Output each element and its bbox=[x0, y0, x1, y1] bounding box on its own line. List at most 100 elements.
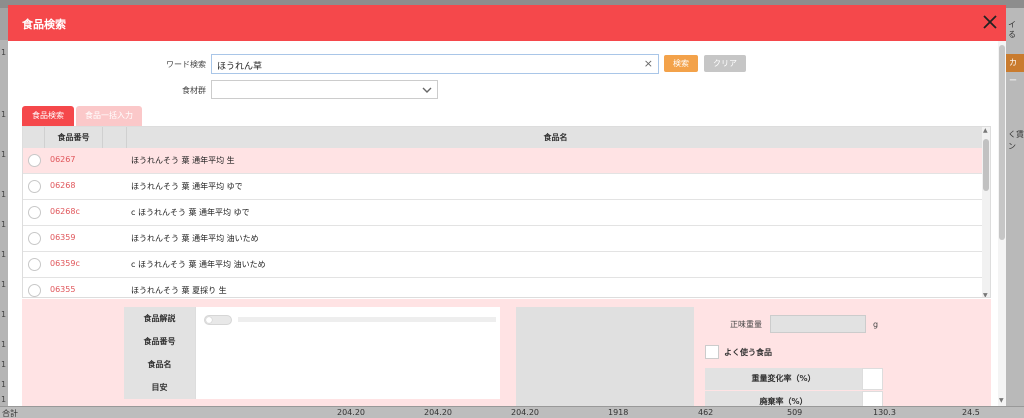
header-food-code: 食品番号 bbox=[45, 127, 103, 148]
food-group-label: 食材群 bbox=[182, 86, 206, 95]
scroll-up-icon[interactable]: ▲ bbox=[983, 127, 988, 134]
table-scrollbar[interactable]: ▲ ▼ bbox=[982, 127, 990, 297]
table-row[interactable]: 06359 ほうれんそう 葉 通年平均 油いため bbox=[23, 226, 984, 252]
food-group-select[interactable] bbox=[211, 80, 438, 99]
food-search-modal: 食品検索 ワード検索 ほうれん草 × 検索 クリア 食材群 食品検索 食品一括入… bbox=[8, 5, 1006, 406]
field-label: 食品名 bbox=[124, 353, 195, 376]
background-totals-bar: 合計 204.20 204.20 204.20 1918 462 509 130… bbox=[0, 406, 1024, 418]
background-left-column: 1 1 1 1 1 1 1 1 1 1 1 1 bbox=[0, 40, 8, 410]
footer-value: 204.20 bbox=[424, 408, 452, 417]
table-scroll-thumb[interactable] bbox=[983, 139, 989, 191]
word-search-input[interactable]: ほうれん草 × bbox=[211, 54, 659, 74]
bg-left-number: 1 bbox=[1, 340, 7, 349]
row-radio[interactable] bbox=[28, 206, 41, 219]
bg-right-text: く賃 bbox=[1008, 130, 1024, 139]
close-button[interactable] bbox=[981, 13, 999, 31]
rate-label: 廃棄率（%） bbox=[705, 391, 862, 406]
field-value bbox=[195, 376, 500, 399]
bg-right-text: る bbox=[1008, 30, 1016, 39]
bg-left-number: 1 bbox=[1, 380, 7, 389]
net-weight-input[interactable] bbox=[770, 315, 866, 333]
row-radio[interactable] bbox=[28, 284, 41, 297]
detail-row-code: 食品番号 bbox=[124, 330, 500, 353]
bg-left-number: 1 bbox=[1, 110, 7, 119]
detail-row-description: 食品解説 bbox=[124, 307, 500, 330]
table-row[interactable]: 06268 ほうれんそう 葉 通年平均 ゆで bbox=[23, 174, 984, 200]
table-row[interactable]: 06268c c ほうれんそう 葉 通年平均 ゆで bbox=[23, 200, 984, 226]
bg-left-number: 1 bbox=[1, 190, 7, 199]
bg-left-number: 1 bbox=[1, 150, 7, 159]
food-detail-panel: 食品解説 食品番号 食品名 目安 正味重量 g よく使う食品 重量変化率（%） … bbox=[22, 299, 991, 406]
modal-scrollbar[interactable]: ▼ bbox=[998, 41, 1006, 406]
favorite-label: よく使う食品 bbox=[724, 348, 772, 357]
toggle-track bbox=[238, 317, 496, 322]
row-code: 06359c bbox=[50, 259, 80, 268]
table-row[interactable]: 06359c c ほうれんそう 葉 通年平均 油いため bbox=[23, 252, 984, 278]
row-name: ほうれんそう 葉 通年平均 油いため bbox=[131, 234, 259, 243]
row-code: 06268 bbox=[50, 181, 76, 190]
table-row[interactable]: 06267 ほうれんそう 葉 通年平均 生 bbox=[23, 148, 984, 174]
close-icon bbox=[983, 15, 997, 29]
waste-rate-row: 廃棄率（%） bbox=[705, 391, 883, 406]
bg-left-number: 1 bbox=[1, 220, 7, 229]
footer-value: 462 bbox=[698, 408, 714, 417]
footer-label: 合計 bbox=[2, 409, 18, 418]
footer-value: 204.20 bbox=[511, 408, 539, 417]
row-name: ほうれんそう 葉 夏採り 生 bbox=[131, 286, 227, 295]
row-radio[interactable] bbox=[28, 180, 41, 193]
description-toggle[interactable] bbox=[204, 315, 232, 325]
row-name: ほうれんそう 葉 通年平均 ゆで bbox=[131, 182, 243, 191]
row-radio[interactable] bbox=[28, 258, 41, 271]
footer-value: 509 bbox=[787, 408, 803, 417]
tab-food-search[interactable]: 食品検索 bbox=[22, 106, 74, 126]
bg-left-number: 1 bbox=[1, 310, 7, 319]
weight-unit: g bbox=[873, 320, 879, 329]
row-name: ほうれんそう 葉 通年平均 生 bbox=[131, 156, 235, 165]
row-code: 06355 bbox=[50, 285, 76, 294]
modal-header: 食品検索 bbox=[8, 5, 1006, 41]
table-row[interactable]: 06355 ほうれんそう 葉 夏採り 生 bbox=[23, 278, 984, 297]
header-spacer bbox=[103, 127, 127, 148]
detail-row-guide: 目安 bbox=[124, 376, 500, 399]
word-search-label: ワード検索 bbox=[166, 60, 206, 69]
chevron-down-icon bbox=[422, 87, 432, 93]
food-image-placeholder bbox=[516, 307, 694, 406]
tab-bulk-input[interactable]: 食品一括入力 bbox=[76, 106, 142, 126]
footer-value: 130.3 bbox=[873, 408, 896, 417]
clear-button[interactable]: クリア bbox=[704, 55, 746, 72]
search-button[interactable]: 検索 bbox=[664, 55, 698, 72]
field-value bbox=[195, 353, 500, 376]
bg-left-number: 1 bbox=[1, 280, 7, 289]
bg-left-number: 1 bbox=[1, 395, 7, 404]
table-header: 食品番号 食品名 bbox=[23, 127, 984, 148]
detail-row-name: 食品名 bbox=[124, 353, 500, 376]
net-weight-label: 正味重量 bbox=[730, 320, 762, 329]
clear-input-icon[interactable]: × bbox=[644, 57, 653, 70]
field-value bbox=[195, 330, 500, 353]
bg-left-number: 1 bbox=[1, 360, 7, 369]
row-code: 06268c bbox=[50, 207, 80, 216]
word-search-value: ほうれん草 bbox=[217, 62, 263, 72]
favorite-checkbox[interactable] bbox=[705, 345, 719, 359]
row-name: c ほうれんそう 葉 通年平均 油いため bbox=[131, 260, 266, 269]
row-radio[interactable] bbox=[28, 232, 41, 245]
bg-right-text: イ bbox=[1008, 20, 1016, 29]
bg-left-number: 1 bbox=[1, 250, 7, 259]
rate-value[interactable] bbox=[862, 391, 883, 406]
rate-label: 重量変化率（%） bbox=[705, 368, 862, 390]
rate-value[interactable] bbox=[862, 368, 883, 390]
modal-scroll-thumb[interactable] bbox=[999, 45, 1005, 240]
scroll-down-icon[interactable]: ▼ bbox=[999, 397, 1004, 404]
footer-value: 204.20 bbox=[337, 408, 365, 417]
detail-fields: 食品解説 食品番号 食品名 目安 bbox=[124, 307, 500, 399]
background-orange-button: カー bbox=[1006, 54, 1024, 85]
footer-value: 24.5 bbox=[962, 408, 980, 417]
header-food-name: 食品名 bbox=[543, 133, 568, 142]
scroll-down-icon[interactable]: ▼ bbox=[983, 292, 988, 297]
footer-value: 1918 bbox=[608, 408, 629, 417]
row-radio[interactable] bbox=[28, 154, 41, 167]
bg-left-number: 1 bbox=[1, 48, 7, 57]
header-radio-col bbox=[23, 127, 45, 148]
row-code: 06267 bbox=[50, 155, 76, 164]
field-label: 食品解説 bbox=[124, 307, 195, 330]
